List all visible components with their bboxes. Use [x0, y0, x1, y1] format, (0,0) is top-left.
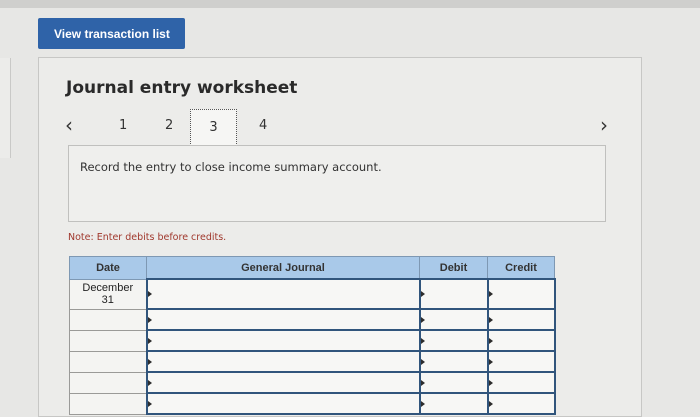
- date-cell: [69, 308, 147, 331]
- date-cell: [69, 371, 147, 394]
- account-input-cell[interactable]: [145, 392, 421, 415]
- date-value: December 31: [82, 281, 134, 306]
- general-journal-column-header: General Journal: [146, 256, 420, 280]
- table-row: December 31: [69, 278, 556, 310]
- table-row: [69, 371, 556, 394]
- page-4[interactable]: 4: [259, 116, 267, 136]
- credit-input-cell[interactable]: [486, 329, 556, 352]
- note-text: Note: Enter debits before credits.: [68, 232, 227, 243]
- debit-input-cell[interactable]: [418, 392, 489, 415]
- worksheet-pager: ‹ 1 2 3 4 ›: [39, 58, 639, 158]
- dropdown-arrow-icon: [147, 316, 152, 323]
- debit-column-header: Debit: [419, 256, 488, 280]
- credit-input-cell[interactable]: [486, 392, 556, 415]
- dropdown-arrow-icon: [488, 379, 493, 386]
- dropdown-arrow-icon: [488, 337, 493, 344]
- debit-input-cell[interactable]: [418, 278, 489, 310]
- dropdown-arrow-icon: [147, 291, 152, 297]
- dropdown-arrow-icon: [420, 379, 425, 386]
- dropdown-arrow-icon: [420, 337, 425, 344]
- page-2[interactable]: 2: [165, 116, 173, 136]
- date-cell: December 31: [69, 278, 147, 310]
- account-input-cell[interactable]: [145, 329, 421, 352]
- dropdown-arrow-icon: [420, 316, 425, 323]
- left-edge-panel: [0, 58, 11, 158]
- debit-input-cell[interactable]: [418, 371, 489, 394]
- debit-input-cell[interactable]: [418, 350, 489, 373]
- view-transaction-list-button[interactable]: View transaction list: [38, 18, 185, 49]
- instruction-box: Record the entry to close income summary…: [68, 145, 606, 222]
- account-input-cell[interactable]: [145, 350, 421, 373]
- dropdown-arrow-icon: [488, 358, 493, 365]
- credit-column-header: Credit: [487, 256, 555, 280]
- dropdown-arrow-icon: [420, 400, 425, 407]
- date-cell: [69, 350, 147, 373]
- table-row: [69, 308, 556, 331]
- date-column-header: Date: [69, 256, 147, 280]
- page-3-active[interactable]: 3: [190, 109, 237, 146]
- dropdown-arrow-icon: [420, 291, 425, 297]
- journal-header-row: Date General Journal Debit Credit: [69, 256, 555, 280]
- journal-table: Date General Journal Debit Credit Decemb…: [69, 256, 556, 415]
- page-1[interactable]: 1: [119, 116, 127, 136]
- instruction-text: Record the entry to close income summary…: [80, 160, 382, 174]
- date-cell: [69, 392, 147, 415]
- dropdown-arrow-icon: [488, 400, 493, 407]
- table-row: [69, 350, 556, 373]
- account-input-cell[interactable]: [145, 278, 421, 310]
- credit-input-cell[interactable]: [486, 350, 556, 373]
- dropdown-arrow-icon: [147, 379, 152, 386]
- account-input-cell[interactable]: [145, 308, 421, 331]
- dropdown-arrow-icon: [147, 358, 152, 365]
- chevron-right-icon[interactable]: ›: [600, 115, 608, 135]
- table-row: [69, 329, 556, 352]
- credit-input-cell[interactable]: [486, 371, 556, 394]
- top-strip: [0, 0, 700, 8]
- dropdown-arrow-icon: [488, 316, 493, 323]
- date-cell: [69, 329, 147, 352]
- account-input-cell[interactable]: [145, 371, 421, 394]
- dropdown-arrow-icon: [420, 358, 425, 365]
- journal-entry-worksheet-panel: Journal entry worksheet ‹ 1 2 3 4 › Reco…: [38, 57, 642, 417]
- dropdown-arrow-icon: [147, 337, 152, 344]
- credit-input-cell[interactable]: [486, 278, 556, 310]
- credit-input-cell[interactable]: [486, 308, 556, 331]
- dropdown-arrow-icon: [488, 291, 493, 297]
- debit-input-cell[interactable]: [418, 308, 489, 331]
- dropdown-arrow-icon: [147, 400, 152, 407]
- table-row: [69, 392, 556, 415]
- chevron-left-icon[interactable]: ‹: [65, 115, 73, 135]
- debit-input-cell[interactable]: [418, 329, 489, 352]
